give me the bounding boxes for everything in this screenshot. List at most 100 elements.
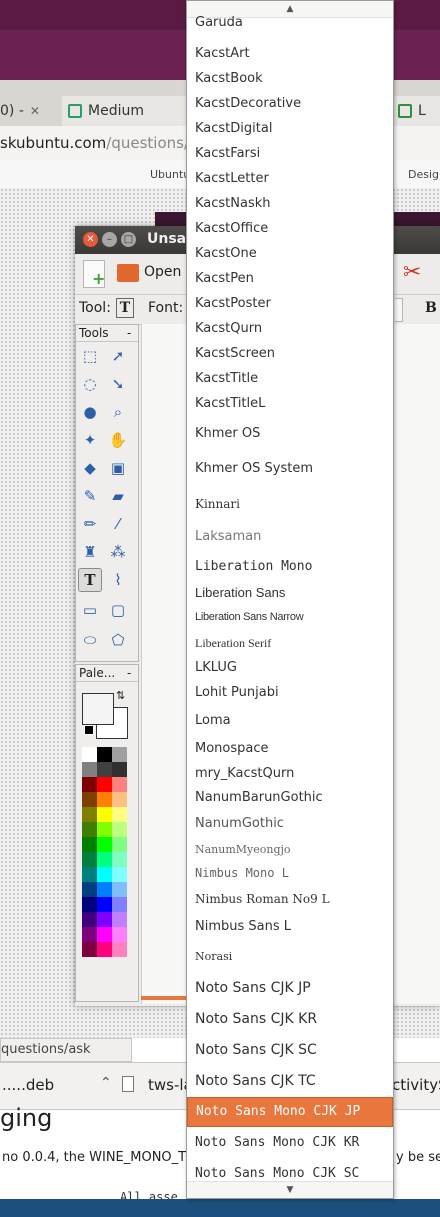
ellipse-shape-icon[interactable]: ⬭ [79,629,101,651]
paintbrush-icon[interactable]: ✎ [79,485,101,507]
font-option[interactable]: KacstOffice [187,221,393,236]
color-swatch[interactable] [82,912,97,927]
font-option[interactable]: mry_KacstQurn [187,766,393,781]
zoom-icon[interactable]: ⌕ [107,401,129,423]
font-option[interactable]: Monospace [187,741,393,756]
color-swatch[interactable] [97,867,112,882]
nav-link-design[interactable]: Desig [408,168,439,181]
move-selection-icon[interactable]: ➚ [107,345,129,367]
nav-link-ubuntu[interactable]: Ubuntu [150,168,190,181]
font-option[interactable]: NanumGothic [187,816,393,831]
gradient-icon[interactable]: ▣ [107,457,129,479]
cut-icon[interactable]: ✂ [403,260,421,285]
color-swatch[interactable] [112,882,127,897]
pan-hand-icon[interactable]: ✋ [107,429,129,451]
magic-wand-icon[interactable]: ✦ [79,429,101,451]
color-swatch[interactable] [112,867,127,882]
move-selected-icon[interactable]: ➘ [107,373,129,395]
color-swatch[interactable] [82,777,97,792]
color-swatch[interactable] [82,837,97,852]
color-swatch[interactable] [97,822,112,837]
swap-colors-icon[interactable]: ⇅ [116,689,125,702]
color-swatch[interactable] [82,822,97,837]
rectangle-select-icon[interactable]: ⬚ [79,345,101,367]
color-swatch[interactable] [112,852,127,867]
font-option[interactable]: KacstTitleL [187,396,393,411]
color-swatch[interactable] [112,777,127,792]
font-option[interactable]: KacstOne [187,246,393,261]
font-dropdown-list[interactable]: ▲ Garuda KacstArt KacstBook KacstDecorat… [186,0,394,1199]
font-option[interactable]: Nimbus Roman No9 L [187,892,393,906]
font-option[interactable]: Noto Sans CJK TC [187,1073,393,1089]
color-swatch[interactable] [112,792,127,807]
font-option[interactable]: Khmer OS [187,426,393,441]
font-option[interactable]: KacstScreen [187,346,393,361]
color-swatch[interactable] [112,942,127,957]
download-item-activity[interactable]: ctivitySt [392,1076,440,1094]
clone-stamp-icon[interactable]: ♜ [79,541,101,563]
color-swatch[interactable] [82,792,97,807]
pencil-icon[interactable]: ✏ [79,513,101,535]
color-swatch[interactable] [97,927,112,942]
primary-color-swatch[interactable] [82,693,114,725]
font-option[interactable]: NanumBarunGothic [187,790,393,805]
font-option[interactable]: Lohit Punjabi [187,685,393,700]
window-close-icon[interactable]: ✕ [83,232,98,247]
browser-tab-medium[interactable]: Medium [62,96,186,126]
font-option[interactable]: Noto Sans CJK KR [187,1011,393,1027]
eraser-icon[interactable]: ▰ [107,485,129,507]
font-option[interactable]: NanumMyeongjo [187,843,393,856]
text-tool-icon[interactable]: T [78,568,102,592]
recolor-icon[interactable]: ⁂ [107,541,129,563]
font-option[interactable]: Noto Sans CJK SC [187,1042,393,1058]
color-picker-icon[interactable]: ⁄ [107,513,129,535]
new-file-icon[interactable]: + [83,260,105,288]
download-item-deb[interactable]: .....deb [2,1076,54,1094]
close-icon[interactable]: ✕ [30,104,40,118]
color-swatch[interactable] [82,747,97,762]
browser-tab-1[interactable]: 0) - ✕ [0,96,60,126]
font-option[interactable]: Nimbus Mono L [187,866,393,880]
color-swatch[interactable] [97,807,112,822]
font-option[interactable]: Noto Sans CJK JP [187,980,393,996]
color-swatch[interactable] [112,747,127,762]
font-option[interactable]: KacstPen [187,271,393,286]
font-option[interactable]: LKLUG [187,660,393,675]
color-swatch[interactable] [97,882,112,897]
rounded-rectangle-icon[interactable]: ▢ [107,599,129,621]
font-option[interactable]: KacstBook [187,71,393,86]
font-option[interactable]: Kinnari [187,497,393,511]
font-option[interactable]: Liberation Sans [187,585,393,600]
font-option[interactable]: KacstPoster [187,296,393,311]
font-option[interactable]: KacstLetter [187,171,393,186]
font-option[interactable]: Laksaman [187,529,393,544]
color-swatch[interactable] [82,762,97,777]
reset-colors-icon[interactable] [84,725,94,735]
font-option[interactable]: Liberation Serif [187,636,393,651]
font-option-garuda[interactable]: Garuda [187,15,393,30]
freeform-shape-icon[interactable]: ⬠ [107,629,129,651]
color-swatch[interactable] [97,762,112,777]
color-swatch[interactable] [82,927,97,942]
open-button[interactable]: Open [144,264,181,280]
font-option[interactable]: KacstDigital [187,121,393,136]
font-option-selected[interactable]: Noto Sans Mono CJK JP [187,1097,393,1127]
font-option[interactable]: Liberation Mono [187,559,393,574]
font-option[interactable]: KacstNaskh [187,196,393,211]
font-option[interactable]: Nimbus Sans L [187,919,393,934]
color-swatch[interactable] [97,777,112,792]
rectangle-shape-icon[interactable]: ▭ [79,599,101,621]
color-swatch[interactable] [97,942,112,957]
font-option[interactable]: KacstArt [187,46,393,61]
color-swatch[interactable] [97,747,112,762]
color-swatch[interactable] [112,837,127,852]
color-swatch[interactable] [112,822,127,837]
color-swatch[interactable] [82,897,97,912]
font-option[interactable]: KacstDecorative [187,96,393,111]
color-swatch[interactable] [82,807,97,822]
color-swatch[interactable] [112,807,127,822]
font-option[interactable]: KacstFarsi [187,146,393,161]
collapse-icon[interactable]: - [127,325,131,341]
color-swatch[interactable] [97,897,112,912]
collapse-icon[interactable]: - [127,665,131,681]
